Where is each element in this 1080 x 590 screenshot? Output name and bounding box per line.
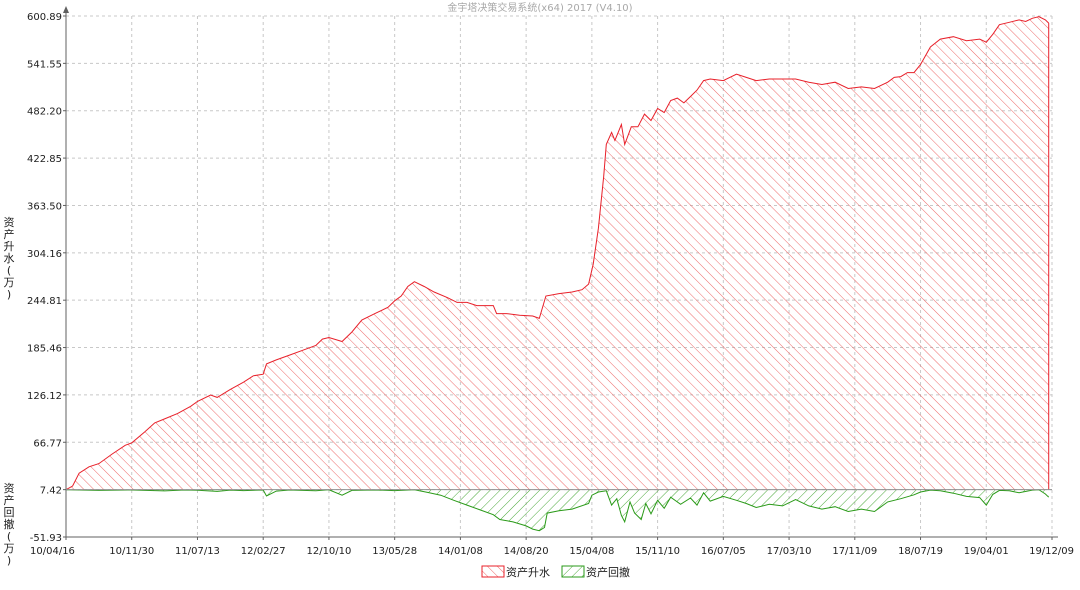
y-tick-label: 244.81 <box>27 296 62 307</box>
x-tick-label: 11/07/13 <box>175 546 220 557</box>
rise-area <box>66 16 1049 490</box>
y-tick-label: 66.77 <box>33 438 62 449</box>
y-tick-label: 482.20 <box>27 107 62 118</box>
legend-label-drawdown: 资产回撤 <box>586 565 630 579</box>
chart-svg: 600.89 541.55 482.20 422.85 363.50 304.16 244.… <box>4 1 1075 579</box>
y-axis-label-text: 资产回撤(万) <box>4 482 15 567</box>
legend-swatch-drawdown <box>561 565 585 578</box>
legend-swatch-rise <box>481 565 505 578</box>
x-tick-labels: 10/04/16 10/11/30 11/07/13 12/02/27 12/10/10… <box>30 537 1074 557</box>
x-tick-label: 18/07/19 <box>898 546 943 557</box>
y-tick-labels: 600.89 541.55 482.20 422.85 363.50 304.16 244.… <box>27 12 66 544</box>
x-tick-label: 14/08/20 <box>504 546 549 557</box>
y-tick-label: 304.16 <box>27 249 62 260</box>
y-tick-label: 7.42 <box>40 486 62 497</box>
y-axis-label-drawdown: 资产回撤(万) <box>4 482 15 567</box>
x-tick-label: 10/04/16 <box>30 546 75 557</box>
x-tick-label: 10/11/30 <box>109 546 154 557</box>
legend-label-rise: 资产升水 <box>506 565 550 579</box>
legend: 资产升水 资产回撤 <box>481 565 630 579</box>
y-tick-label: -51.93 <box>30 533 62 544</box>
x-tick-label: 15/11/10 <box>635 546 680 557</box>
y-tick-label: 541.55 <box>27 59 62 70</box>
y-tick-label: 185.46 <box>27 344 62 355</box>
x-tick-label: 19/12/09 <box>1029 546 1074 557</box>
x-tick-label: 16/07/05 <box>701 546 746 557</box>
y-tick-label: 363.50 <box>27 201 62 212</box>
x-tick-label: 12/02/27 <box>241 546 286 557</box>
y-tick-label: 126.12 <box>27 391 62 402</box>
x-tick-label: 14/01/08 <box>438 546 483 557</box>
x-tick-label: 13/05/28 <box>372 546 417 557</box>
drawdown-area <box>66 489 1049 531</box>
y-axis-label-rise: 资产升水(万) <box>4 216 15 301</box>
y-axis-label-text: 资产升水(万) <box>4 216 15 301</box>
x-tick-label: 15/04/08 <box>569 546 614 557</box>
x-tick-label: 12/10/10 <box>306 546 351 557</box>
equity-chart: 600.89 541.55 482.20 422.85 363.50 304.16 244.… <box>0 0 1080 586</box>
x-tick-label: 17/03/10 <box>767 546 812 557</box>
y-axis-arrow <box>63 6 69 13</box>
y-tick-label: 600.89 <box>27 12 62 23</box>
y-tick-label: 422.85 <box>27 154 62 165</box>
x-tick-label: 19/04/01 <box>964 546 1009 557</box>
chart-window-title: 金宇塔决策交易系统(x64) 2017 (V4.10) <box>447 1 632 14</box>
x-tick-label: 17/11/09 <box>832 546 877 557</box>
